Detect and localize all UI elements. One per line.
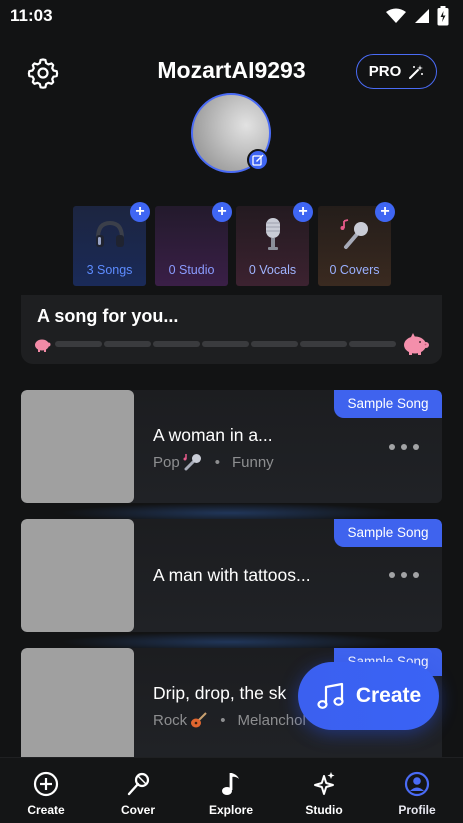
pro-label: PRO [368, 63, 402, 80]
add-cover-button[interactable]: + [375, 202, 395, 222]
stats-row: 3 Songs + 0 Studio + 0 Vocals + 0 Covers… [73, 202, 395, 286]
progress-segment [104, 341, 151, 347]
more-options-button[interactable] [389, 437, 419, 457]
guitar-emoji-icon [191, 712, 207, 728]
status-time: 11:03 [10, 6, 53, 25]
status-bar: 11:03 [0, 0, 463, 32]
song-meta: Pop • Funny [153, 453, 274, 471]
progress-segment [349, 341, 396, 347]
meta-separator: • [220, 711, 226, 729]
nav-label-profile: Profile [398, 803, 436, 817]
song-meta: Rock • Melanchol [153, 711, 306, 729]
progress-segment [251, 341, 298, 347]
song-title: A man with tattoos... [153, 565, 311, 585]
sample-song-tag: Sample Song [334, 519, 442, 547]
song-for-you-progress [33, 333, 431, 355]
song-thumbnail [21, 519, 134, 632]
signal-icon [415, 9, 429, 23]
status-icons [386, 6, 449, 26]
song-for-you-panel[interactable]: A song for you... [21, 295, 442, 364]
karaoke-mic-icon [338, 218, 372, 250]
progress-segment [153, 341, 200, 347]
piggy-bank-small-icon [35, 339, 51, 352]
plus-circle-icon [33, 770, 59, 798]
microphone-emoji-icon [183, 454, 201, 471]
bottom-navigation: Create Cover Explore Studio Profile [0, 757, 463, 823]
stat-label-covers: 0 Covers [329, 263, 380, 277]
stat-card-songs[interactable]: 3 Songs + [73, 202, 150, 286]
avatar-container [191, 93, 273, 175]
edit-avatar-button[interactable] [247, 149, 269, 171]
piggy-bank-icon [404, 333, 429, 355]
song-mood: Funny [231, 453, 274, 471]
pro-button[interactable]: PRO [356, 54, 437, 89]
microphone-icon [261, 218, 285, 250]
music-note-icon [220, 770, 242, 798]
add-studio-button[interactable]: + [212, 202, 232, 222]
song-genre: Pop [153, 453, 180, 471]
stat-card-vocals[interactable]: 0 Vocals + [236, 202, 313, 286]
song-mood: Melanchol [237, 711, 306, 729]
stat-label-studio: 0 Studio [168, 263, 215, 277]
stat-card-studio[interactable]: 0 Studio + [155, 202, 232, 286]
progress-segment [55, 341, 102, 347]
stat-label-songs: 3 Songs [86, 263, 133, 277]
progress-segment [300, 341, 347, 347]
nav-item-studio[interactable]: Studio [284, 770, 364, 817]
microphone-icon [125, 770, 151, 798]
nav-item-cover[interactable]: Cover [98, 770, 178, 817]
create-fab-label: Create [355, 684, 422, 707]
song-genre: Rock [153, 711, 188, 729]
create-fab-button[interactable]: Create [298, 662, 439, 730]
song-title: Drip, drop, the sk [153, 683, 287, 703]
sample-song-tag: Sample Song [334, 390, 442, 418]
nav-label-cover: Cover [120, 803, 155, 817]
meta-separator: • [214, 453, 220, 471]
song-title: A woman in a... [153, 425, 273, 445]
add-vocal-button[interactable]: + [293, 202, 313, 222]
song-card[interactable]: Sample Song A woman in a... Pop • Funny [21, 390, 442, 503]
nav-label-create: Create [27, 803, 65, 817]
edit-icon [252, 154, 264, 166]
stat-card-covers[interactable]: 0 Covers + [318, 202, 395, 286]
nav-label-explore: Explore [208, 803, 253, 817]
profile-icon [404, 770, 430, 798]
nav-item-profile[interactable]: Profile [377, 770, 457, 817]
song-card[interactable]: Sample Song A man with tattoos... [21, 519, 442, 632]
nav-item-explore[interactable]: Explore [191, 770, 271, 817]
add-song-button[interactable]: + [130, 202, 150, 222]
sparkle-icon [311, 770, 337, 798]
music-notes-icon [317, 682, 344, 709]
song-thumbnail [21, 390, 134, 503]
headphones-icon [93, 218, 127, 250]
battery-icon [437, 6, 449, 26]
more-options-button[interactable] [389, 565, 419, 585]
profile-header: MozartAI9293 PRO [0, 50, 463, 94]
stat-label-vocals: 0 Vocals [248, 263, 297, 277]
nav-item-create[interactable]: Create [6, 770, 86, 817]
wifi-icon [386, 8, 406, 23]
song-thumbnail [21, 648, 134, 757]
magic-wand-icon [409, 64, 424, 79]
song-for-you-title: A song for you... [37, 306, 179, 326]
nav-label-studio: Studio [305, 803, 343, 817]
progress-segment [202, 341, 249, 347]
